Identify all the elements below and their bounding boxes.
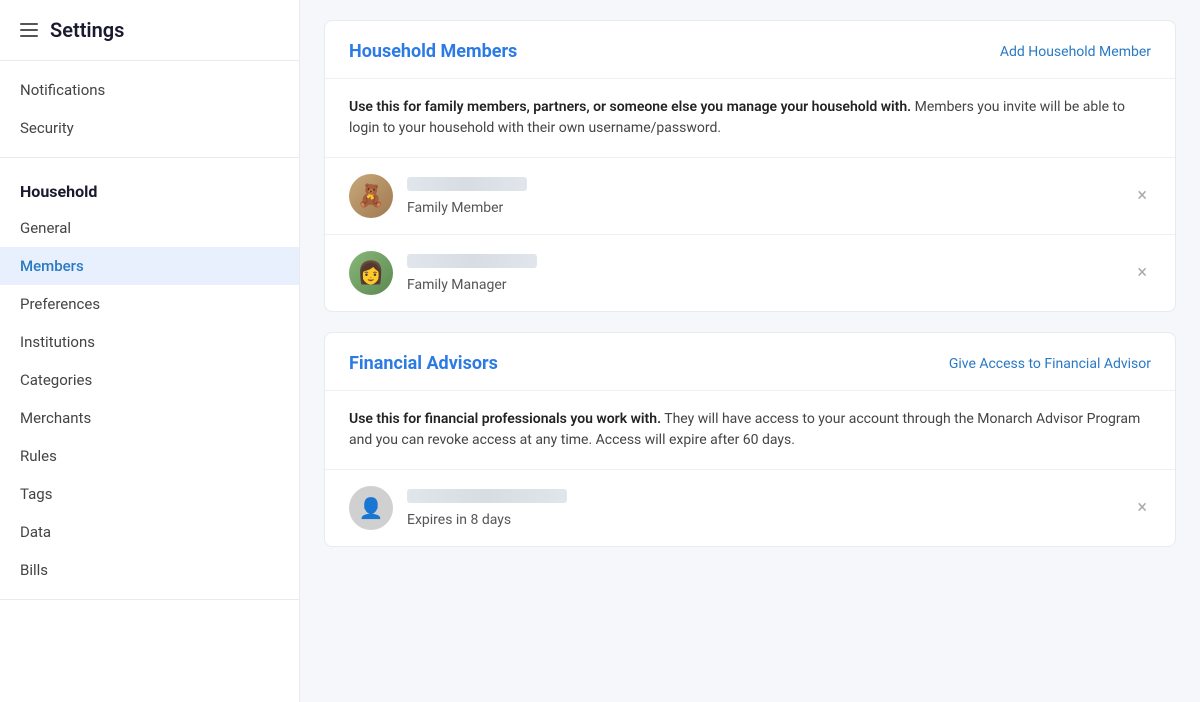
hamburger-icon[interactable] bbox=[20, 23, 38, 37]
advisor-expires-1: Expires in 8 days bbox=[407, 512, 1133, 528]
member-role-1: Family Member bbox=[407, 200, 1133, 216]
sidebar-item-merchants[interactable]: Merchants bbox=[0, 399, 299, 437]
blurred-name-2 bbox=[407, 254, 537, 268]
advisors-description-bold: Use this for financial professionals you… bbox=[349, 411, 661, 427]
sidebar-item-preferences[interactable]: Preferences bbox=[0, 285, 299, 323]
member-row-family-member: 🧸 Family Member × bbox=[325, 158, 1175, 235]
financial-advisors-description: Use this for financial professionals you… bbox=[325, 391, 1175, 470]
household-members-description: Use this for family members, partners, o… bbox=[325, 79, 1175, 158]
avatar-family-member: 🧸 bbox=[349, 174, 393, 218]
app-title: Settings bbox=[50, 18, 124, 42]
sidebar-item-general[interactable]: General bbox=[0, 209, 299, 247]
main-content: Household Members Add Household Member U… bbox=[300, 0, 1200, 702]
remove-advisor-1-button[interactable]: × bbox=[1133, 495, 1151, 521]
sidebar-item-members[interactable]: Members bbox=[0, 247, 299, 285]
member-name-blur-1 bbox=[407, 176, 1133, 195]
advisor-info-1: Expires in 8 days bbox=[407, 488, 1133, 528]
member-row-family-manager: 👩 Family Manager × bbox=[325, 235, 1175, 311]
advisor-name-blur-1 bbox=[407, 488, 1133, 507]
household-description-bold: Use this for family members, partners, o… bbox=[349, 99, 911, 115]
blurred-name-advisor-1 bbox=[407, 489, 567, 503]
sidebar-item-data[interactable]: Data bbox=[0, 513, 299, 551]
sidebar-item-bills[interactable]: Bills bbox=[0, 551, 299, 589]
advisor-row-1: 👤 Expires in 8 days × bbox=[325, 470, 1175, 546]
financial-advisors-card: Financial Advisors Give Access to Financ… bbox=[324, 332, 1176, 547]
sidebar-item-notifications[interactable]: Notifications bbox=[0, 71, 299, 109]
remove-member-2-button[interactable]: × bbox=[1133, 260, 1151, 286]
financial-advisors-header: Financial Advisors Give Access to Financ… bbox=[325, 333, 1175, 391]
avatar-advisor-1: 👤 bbox=[349, 486, 393, 530]
member-role-2: Family Manager bbox=[407, 277, 1133, 293]
sidebar-household-title: Household bbox=[0, 168, 299, 209]
blurred-name-1 bbox=[407, 177, 527, 191]
sidebar: Settings Notifications Security Househol… bbox=[0, 0, 300, 702]
household-members-card: Household Members Add Household Member U… bbox=[324, 20, 1176, 312]
give-access-advisor-button[interactable]: Give Access to Financial Advisor bbox=[949, 356, 1151, 372]
sidebar-header: Settings bbox=[0, 0, 299, 61]
sidebar-item-rules[interactable]: Rules bbox=[0, 437, 299, 475]
member-info-family-manager: Family Manager bbox=[407, 253, 1133, 293]
avatar-family-manager: 👩 bbox=[349, 251, 393, 295]
sidebar-item-institutions[interactable]: Institutions bbox=[0, 323, 299, 361]
sidebar-item-categories[interactable]: Categories bbox=[0, 361, 299, 399]
sidebar-item-security[interactable]: Security bbox=[0, 109, 299, 147]
member-name-blur-2 bbox=[407, 253, 1133, 272]
member-info-family-member: Family Member bbox=[407, 176, 1133, 216]
household-members-title: Household Members bbox=[349, 41, 517, 62]
add-household-member-button[interactable]: Add Household Member bbox=[1000, 44, 1151, 60]
sidebar-item-tags[interactable]: Tags bbox=[0, 475, 299, 513]
remove-member-1-button[interactable]: × bbox=[1133, 183, 1151, 209]
financial-advisors-title: Financial Advisors bbox=[349, 353, 498, 374]
household-members-header: Household Members Add Household Member bbox=[325, 21, 1175, 79]
sidebar-section-account: Notifications Security bbox=[0, 61, 299, 158]
sidebar-section-household: Household General Members Preferences In… bbox=[0, 158, 299, 600]
